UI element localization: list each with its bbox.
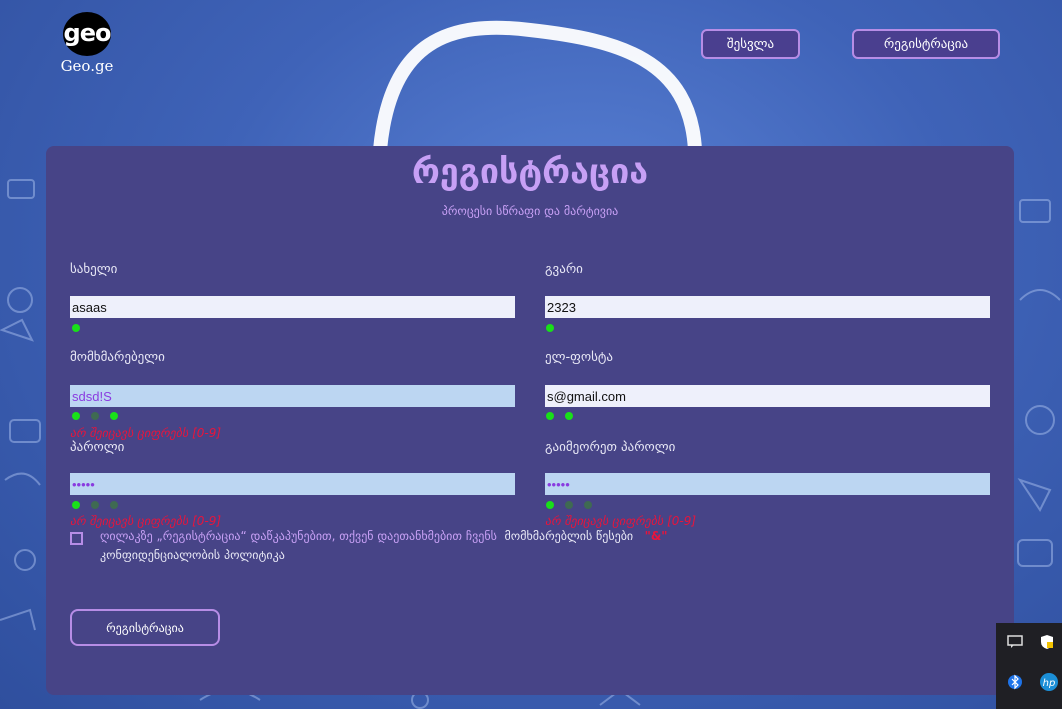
- email-label: ელ-ფოსტა: [545, 350, 613, 365]
- confirm-password-rule-dot: [546, 501, 554, 509]
- password-rule-dot: [110, 501, 118, 509]
- register-nav-button[interactable]: რეგისტრაცია: [852, 29, 1000, 59]
- first-name-input[interactable]: [70, 296, 515, 318]
- email-input[interactable]: [545, 385, 990, 407]
- password-error: არ შეიცავს ციფრებს [0-9]: [70, 514, 222, 528]
- logo-mark: geo: [63, 12, 111, 56]
- username-label: მომხმარებელი: [70, 350, 165, 365]
- password-input[interactable]: [70, 473, 515, 495]
- confirm-password-input[interactable]: [545, 473, 990, 495]
- username-rule-dot: [110, 412, 118, 420]
- login-button[interactable]: შესვლა: [701, 29, 800, 59]
- form-title: რეგისტრაცია: [411, 152, 649, 192]
- email-valid-dot: [565, 412, 573, 420]
- site-logo[interactable]: geo Geo.ge: [57, 12, 117, 75]
- last-name-valid-dot: [546, 324, 554, 332]
- password-label: პაროლი: [70, 440, 125, 455]
- form-subtitle: პროცესი სწრაფი და მარტივია: [441, 204, 619, 218]
- confirm-password-rule-dot: [584, 501, 592, 509]
- shield-icon[interactable]: [1036, 631, 1058, 653]
- username-rule-dot: [91, 412, 99, 420]
- registration-card: რეგისტრაცია პროცესი სწრაფი და მარტივია ს…: [46, 146, 1014, 695]
- terms-prefix: ღილაკზე „რეგისტრაცია“ დაწკაპუნებით, თქვე…: [100, 529, 497, 543]
- terms-text: ღილაკზე „რეგისტრაცია“ დაწკაპუნებით, თქვე…: [100, 527, 880, 565]
- confirm-password-label: გაიმეორეთ პაროლი: [545, 440, 676, 455]
- confirm-password-error: არ შეიცავს ციფრებს [0-9]: [545, 514, 697, 528]
- username-rule-dot: [72, 412, 80, 420]
- privacy-policy-link[interactable]: კონფიდენციალობის პოლიტიკა: [100, 548, 285, 562]
- confirm-password-rule-dot: [565, 501, 573, 509]
- username-input[interactable]: [70, 385, 515, 407]
- register-submit-button[interactable]: რეგისტრაცია: [70, 609, 220, 646]
- svg-text:hp: hp: [1043, 678, 1056, 689]
- password-rule-dot: [91, 501, 99, 509]
- logo-text: Geo.ge: [60, 57, 114, 75]
- terms-checkbox[interactable]: [70, 532, 83, 545]
- email-valid-dot: [546, 412, 554, 420]
- last-name-label: გვარი: [545, 262, 583, 277]
- first-name-label: სახელი: [70, 262, 118, 277]
- username-error: არ შეიცავს ციფრებს [0-9]: [70, 426, 222, 440]
- bluetooth-icon[interactable]: [1004, 671, 1026, 693]
- terms-ampersand: "&": [644, 529, 668, 543]
- chat-icon[interactable]: [1004, 631, 1026, 653]
- password-rule-dot: [72, 501, 80, 509]
- last-name-input[interactable]: [545, 296, 990, 318]
- first-name-valid-dot: [72, 324, 80, 332]
- hp-icon[interactable]: hp: [1038, 671, 1060, 693]
- system-tray: hp: [996, 623, 1062, 709]
- terms-rules-link[interactable]: მომხმარებლის წესები: [505, 529, 634, 543]
